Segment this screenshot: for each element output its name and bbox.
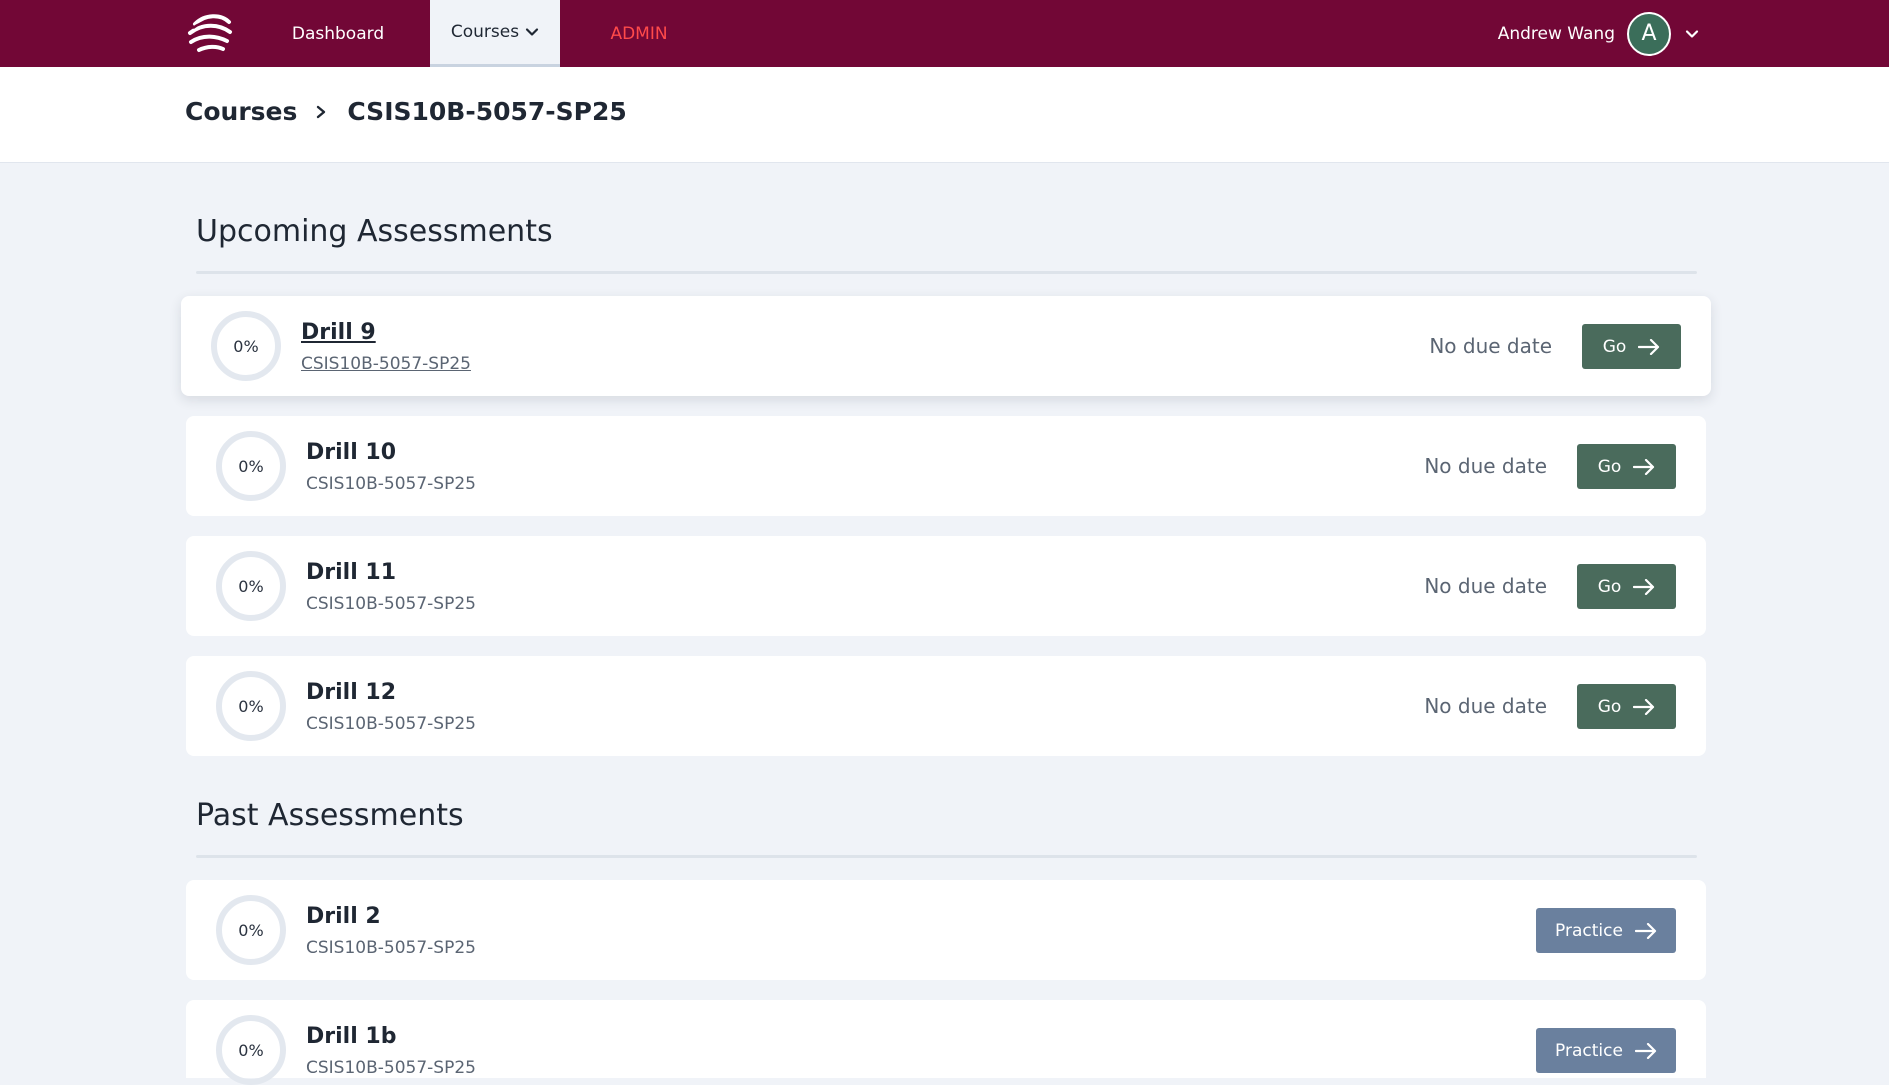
- progress-ring: 0%: [216, 1015, 286, 1085]
- assessment-card[interactable]: 0% Drill 11 CSIS10B-5057-SP25 No due dat…: [186, 536, 1706, 636]
- breadcrumb: Courses CSIS10B-5057-SP25: [185, 97, 627, 126]
- go-button[interactable]: Go: [1582, 324, 1681, 369]
- assessment-course-link[interactable]: CSIS10B-5057-SP25: [306, 594, 476, 614]
- arrow-right-icon: [1634, 1042, 1657, 1059]
- arrow-right-icon: [1633, 578, 1655, 595]
- assessment-card[interactable]: 0% Drill 2 CSIS10B-5057-SP25 Practice: [186, 880, 1706, 980]
- top-nav-bar: Dashboard Courses ADMIN Andrew Wang A: [0, 0, 1889, 67]
- upcoming-section-title: Upcoming Assessments: [196, 214, 553, 249]
- chevron-right-icon: [317, 105, 326, 118]
- chevron-down-icon: [526, 28, 539, 36]
- assessment-course-link[interactable]: CSIS10B-5057-SP25: [306, 714, 476, 734]
- arrow-right-icon: [1633, 458, 1655, 475]
- practice-button-label: Practice: [1555, 920, 1623, 941]
- nav-dashboard[interactable]: Dashboard: [280, 0, 396, 67]
- assessment-course-link[interactable]: CSIS10B-5057-SP25: [306, 1058, 476, 1078]
- assessment-card[interactable]: 0% Drill 9 CSIS10B-5057-SP25 No due date…: [181, 296, 1711, 396]
- assessment-course-link[interactable]: CSIS10B-5057-SP25: [306, 474, 476, 494]
- section-divider: [196, 855, 1697, 858]
- go-button[interactable]: Go: [1577, 564, 1676, 609]
- breadcrumb-courses-link[interactable]: Courses: [185, 97, 297, 126]
- assessment-card[interactable]: 0% Drill 10 CSIS10B-5057-SP25 No due dat…: [186, 416, 1706, 516]
- due-date-label: No due date: [1424, 454, 1547, 478]
- go-button-label: Go: [1597, 576, 1622, 597]
- progress-ring: 0%: [216, 895, 286, 965]
- avatar-initial: A: [1641, 21, 1657, 46]
- go-button-label: Go: [1602, 336, 1627, 357]
- progress-ring: 0%: [216, 551, 286, 621]
- nav-courses-dropdown[interactable]: Courses: [430, 0, 560, 67]
- progress-label: 0%: [238, 920, 264, 940]
- progress-label: 0%: [238, 576, 264, 596]
- assessment-card[interactable]: 0% Drill 1b CSIS10B-5057-SP25 Practice: [186, 1000, 1706, 1085]
- assessment-course-link[interactable]: CSIS10B-5057-SP25: [306, 938, 476, 958]
- due-date-label: No due date: [1424, 574, 1547, 598]
- go-button[interactable]: Go: [1577, 684, 1676, 729]
- go-button[interactable]: Go: [1577, 444, 1676, 489]
- chevron-down-icon[interactable]: [1685, 27, 1699, 41]
- assessment-title-link[interactable]: Drill 1b: [306, 1024, 396, 1049]
- go-button-label: Go: [1597, 456, 1622, 477]
- section-divider: [196, 271, 1697, 274]
- due-date-label: No due date: [1424, 694, 1547, 718]
- nav-dashboard-label: Dashboard: [291, 23, 385, 44]
- user-menu[interactable]: Andrew Wang A: [1498, 0, 1699, 67]
- past-section-title: Past Assessments: [196, 798, 464, 833]
- progress-ring: 0%: [216, 671, 286, 741]
- assessment-card[interactable]: 0% Drill 12 CSIS10B-5057-SP25 No due dat…: [186, 656, 1706, 756]
- arrow-right-icon: [1638, 338, 1660, 355]
- progress-label: 0%: [233, 336, 259, 356]
- go-button-label: Go: [1597, 696, 1622, 717]
- nav-admin[interactable]: ADMIN: [596, 0, 682, 67]
- assessment-title-link[interactable]: Drill 12: [306, 680, 396, 705]
- assessment-course-link[interactable]: CSIS10B-5057-SP25: [301, 354, 471, 374]
- assessment-title-link[interactable]: Drill 9: [301, 320, 376, 345]
- arrow-right-icon: [1634, 922, 1657, 939]
- progress-ring: 0%: [211, 311, 281, 381]
- due-date-label: No due date: [1429, 334, 1552, 358]
- practice-button[interactable]: Practice: [1536, 908, 1676, 953]
- practice-button[interactable]: Practice: [1536, 1028, 1676, 1073]
- nav-admin-label: ADMIN: [610, 23, 668, 44]
- practice-button-label: Practice: [1555, 1040, 1623, 1061]
- assessment-title-link[interactable]: Drill 2: [306, 904, 381, 929]
- progress-label: 0%: [238, 696, 264, 716]
- nav-courses-label: Courses: [450, 22, 520, 42]
- assessment-title-link[interactable]: Drill 10: [306, 440, 396, 465]
- avatar[interactable]: A: [1627, 11, 1671, 56]
- arrow-right-icon: [1633, 698, 1655, 715]
- breadcrumb-bar: Courses CSIS10B-5057-SP25: [0, 67, 1889, 163]
- assessment-title-link[interactable]: Drill 11: [306, 560, 396, 585]
- user-name: Andrew Wang: [1497, 23, 1615, 44]
- progress-ring: 0%: [216, 431, 286, 501]
- app-logo-icon[interactable]: [185, 10, 235, 56]
- breadcrumb-current: CSIS10B-5057-SP25: [347, 97, 627, 126]
- progress-label: 0%: [238, 456, 264, 476]
- progress-label: 0%: [238, 1040, 264, 1060]
